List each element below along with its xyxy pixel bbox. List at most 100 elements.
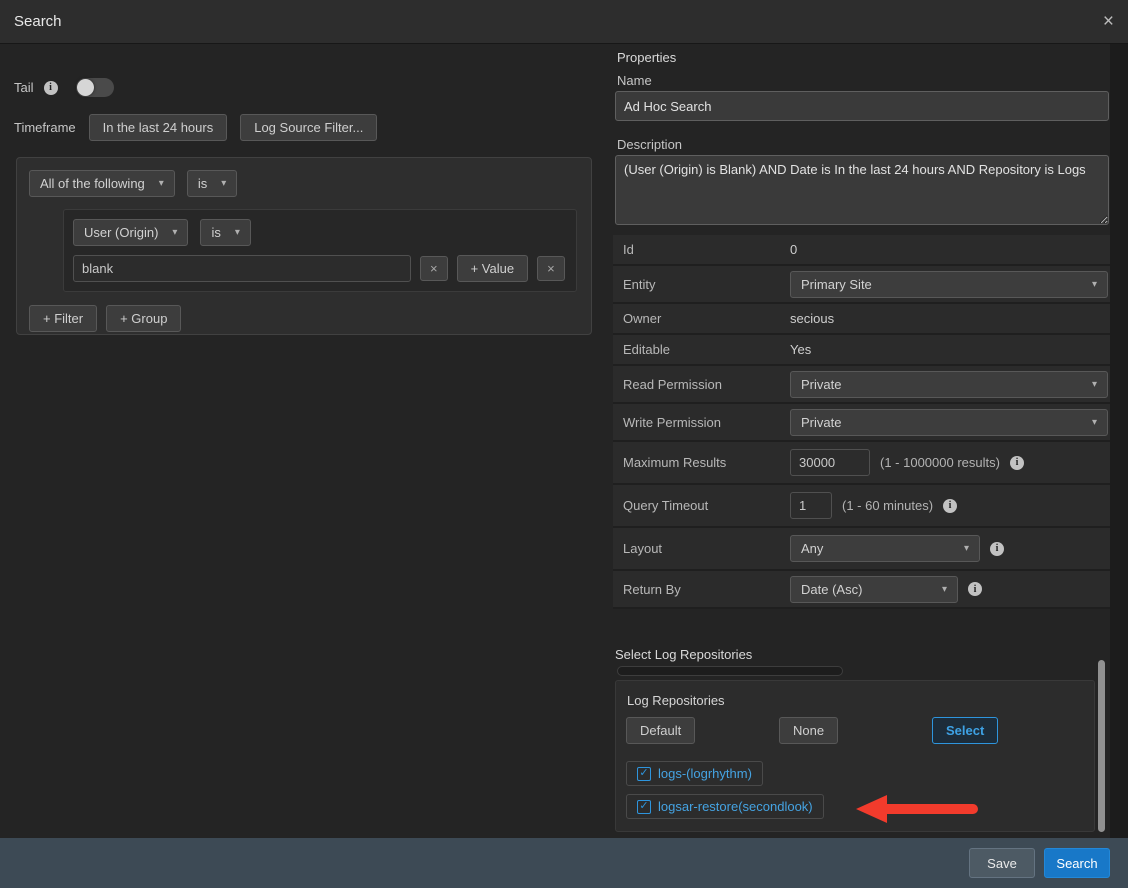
properties-heading: Properties xyxy=(617,50,676,65)
description-input[interactable]: (User (Origin) is Blank) AND Date is In … xyxy=(615,155,1109,225)
write-permission-dropdown[interactable]: Private ▾ xyxy=(790,409,1108,436)
timeframe-label: Timeframe xyxy=(14,120,76,135)
query-timeout-input[interactable] xyxy=(790,492,832,519)
row-id: Id 0 xyxy=(613,235,1110,266)
filter-value-input[interactable] xyxy=(73,255,411,282)
chevron-down-icon: ▾ xyxy=(1092,379,1097,390)
row-owner: Owner secious xyxy=(613,304,1110,335)
red-annotation-arrow-icon xyxy=(856,795,980,823)
editable-value: Yes xyxy=(790,342,811,357)
row-return-by: Return By Date (Asc) ▾ i xyxy=(613,571,1110,609)
none-button[interactable]: None xyxy=(779,717,838,744)
editable-label: Editable xyxy=(613,342,790,357)
layout-label: Layout xyxy=(613,541,790,556)
right-gutter xyxy=(1110,44,1128,838)
return-by-dropdown[interactable]: Date (Asc) ▾ xyxy=(790,576,958,603)
info-icon[interactable]: i xyxy=(1010,456,1024,470)
filter-group-row: All of the following ▾ is ▾ xyxy=(29,170,579,197)
query-timeout-hint: (1 - 60 minutes) xyxy=(842,498,933,513)
dialog-footer: Save Search xyxy=(0,838,1128,888)
default-button[interactable]: Default xyxy=(626,717,695,744)
maximum-results-hint: (1 - 1000000 results) xyxy=(880,455,1000,470)
horizontal-scrollbar[interactable] xyxy=(617,666,843,676)
chevron-down-icon: ▾ xyxy=(1092,279,1097,290)
properties-table: Id 0 Entity Primary Site ▾ Owner secious… xyxy=(613,235,1110,609)
owner-value: secious xyxy=(790,311,834,326)
info-icon[interactable]: i xyxy=(968,582,982,596)
toggle-knob-icon xyxy=(77,79,94,96)
repository-item[interactable]: ✓ logsar-restore(secondlook) xyxy=(626,794,824,819)
group-condition-dropdown[interactable]: is ▾ xyxy=(187,170,237,197)
group-operator-dropdown[interactable]: All of the following ▾ xyxy=(29,170,175,197)
select-log-repositories-heading: Select Log Repositories xyxy=(615,647,752,662)
chevron-down-icon: ▾ xyxy=(964,543,969,554)
filter-field-row: User (Origin) ▾ is ▾ xyxy=(73,219,567,246)
repository-item[interactable]: ✓ logs-(logrhythm) xyxy=(626,761,763,786)
name-label: Name xyxy=(617,73,652,88)
repository-item-label: logs-(logrhythm) xyxy=(658,766,752,781)
entity-dropdown[interactable]: Primary Site ▾ xyxy=(790,271,1108,298)
row-layout: Layout Any ▾ i xyxy=(613,528,1110,571)
chevron-down-icon: ▾ xyxy=(942,584,947,595)
maximum-results-input[interactable] xyxy=(790,449,870,476)
row-editable: Editable Yes xyxy=(613,335,1110,366)
id-value: 0 xyxy=(790,242,797,257)
info-icon[interactable]: i xyxy=(44,81,58,95)
filter-value-row: × + Value × xyxy=(73,255,567,282)
arrow-shaft-icon xyxy=(886,804,978,814)
layout-dropdown[interactable]: Any ▾ xyxy=(790,535,980,562)
vertical-scrollbar[interactable] xyxy=(1098,660,1105,832)
add-value-button[interactable]: + Value xyxy=(457,255,529,282)
tail-row: Tail i xyxy=(14,78,114,97)
row-entity: Entity Primary Site ▾ xyxy=(613,266,1110,304)
tail-toggle[interactable] xyxy=(76,78,114,97)
log-repositories-label: Log Repositories xyxy=(627,693,725,708)
timeframe-button[interactable]: In the last 24 hours xyxy=(89,114,228,141)
chevron-down-icon: ▾ xyxy=(159,178,164,189)
save-button[interactable]: Save xyxy=(969,848,1035,878)
chevron-down-icon: ▾ xyxy=(221,178,226,189)
owner-label: Owner xyxy=(613,311,790,326)
return-by-label: Return By xyxy=(613,582,790,597)
log-repositories-box: Log Repositories Default None Select ✓ l… xyxy=(615,680,1095,832)
dialog-title: Search xyxy=(14,13,62,30)
info-icon[interactable]: i xyxy=(990,542,1004,556)
checkbox-checked-icon[interactable]: ✓ xyxy=(637,800,651,814)
maximum-results-label: Maximum Results xyxy=(613,455,790,470)
search-button[interactable]: Search xyxy=(1044,848,1110,878)
remove-filter-button[interactable]: × xyxy=(537,256,565,281)
repository-item-label: logsar-restore(secondlook) xyxy=(658,799,813,814)
log-source-filter-button[interactable]: Log Source Filter... xyxy=(240,114,377,141)
filter-actions-row: + Filter + Group xyxy=(29,305,579,332)
filter-builder: All of the following ▾ is ▾ User (Origin… xyxy=(16,157,592,335)
row-query-timeout: Query Timeout (1 - 60 minutes) i xyxy=(613,485,1110,528)
read-permission-dropdown[interactable]: Private ▾ xyxy=(790,371,1108,398)
timeframe-row: Timeframe In the last 24 hours Log Sourc… xyxy=(14,114,377,141)
add-group-button[interactable]: + Group xyxy=(106,305,181,332)
chevron-down-icon: ▾ xyxy=(235,227,240,238)
select-button[interactable]: Select xyxy=(932,717,998,744)
description-label: Description xyxy=(617,137,682,152)
write-permission-label: Write Permission xyxy=(613,415,790,430)
info-icon[interactable]: i xyxy=(943,499,957,513)
remove-value-button[interactable]: × xyxy=(420,256,448,281)
read-permission-label: Read Permission xyxy=(613,377,790,392)
field-dropdown[interactable]: User (Origin) ▾ xyxy=(73,219,188,246)
arrow-head-icon xyxy=(856,795,887,823)
add-filter-button[interactable]: + Filter xyxy=(29,305,97,332)
row-maximum-results: Maximum Results (1 - 1000000 results) i xyxy=(613,442,1110,485)
row-read-permission: Read Permission Private ▾ xyxy=(613,366,1110,404)
filter-nested-group: User (Origin) ▾ is ▾ × + Value × xyxy=(63,209,577,292)
close-icon[interactable]: × xyxy=(1103,12,1114,31)
tail-label: Tail xyxy=(14,80,34,95)
name-input[interactable] xyxy=(615,91,1109,121)
query-timeout-label: Query Timeout xyxy=(613,498,790,513)
field-condition-dropdown[interactable]: is ▾ xyxy=(200,219,250,246)
chevron-down-icon: ▾ xyxy=(172,227,177,238)
chevron-down-icon: ▾ xyxy=(1092,417,1097,428)
checkbox-checked-icon[interactable]: ✓ xyxy=(637,767,651,781)
entity-label: Entity xyxy=(613,277,790,292)
dialog-titlebar: Search × xyxy=(0,0,1128,44)
id-label: Id xyxy=(613,242,790,257)
row-write-permission: Write Permission Private ▾ xyxy=(613,404,1110,442)
